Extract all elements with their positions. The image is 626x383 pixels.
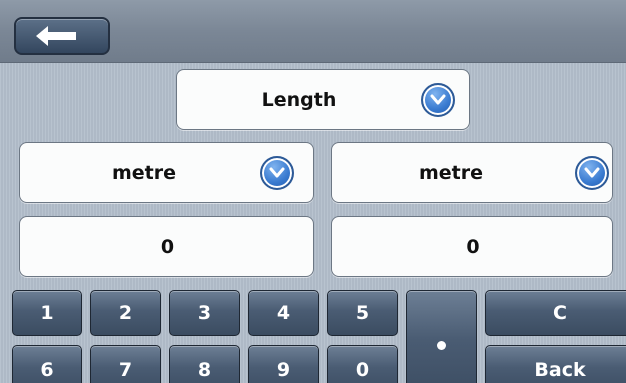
chevron-down-icon[interactable] bbox=[260, 156, 294, 190]
category-label: Length bbox=[261, 88, 337, 111]
from-value: 0 bbox=[160, 235, 175, 258]
clear-key[interactable]: C bbox=[485, 290, 626, 336]
key-0[interactable]: 0 bbox=[327, 345, 398, 383]
unit-converter-screen: Length metre metre 0 0 1 2 3 4 5 C 6 7 8… bbox=[0, 0, 626, 383]
top-bar bbox=[0, 0, 626, 63]
decimal-point-icon bbox=[437, 340, 446, 350]
category-select[interactable]: Length bbox=[176, 69, 470, 130]
key-5[interactable]: 5 bbox=[327, 290, 398, 336]
to-value: 0 bbox=[466, 235, 480, 258]
to-unit-select[interactable]: metre bbox=[331, 142, 613, 203]
from-unit-label: metre bbox=[111, 161, 177, 184]
key-9[interactable]: 9 bbox=[248, 345, 319, 383]
key-8[interactable]: 8 bbox=[169, 345, 240, 383]
key-3[interactable]: 3 bbox=[169, 290, 240, 336]
chevron-down-icon[interactable] bbox=[421, 83, 455, 117]
key-7[interactable]: 7 bbox=[90, 345, 161, 383]
key-1[interactable]: 1 bbox=[12, 290, 82, 336]
left-arrow-icon bbox=[36, 26, 76, 46]
backspace-key[interactable]: Back bbox=[485, 345, 626, 383]
back-button[interactable] bbox=[14, 17, 110, 55]
decimal-point-key[interactable] bbox=[406, 290, 477, 383]
chevron-down-icon[interactable] bbox=[575, 156, 609, 190]
to-unit-label: metre bbox=[418, 161, 484, 184]
key-6[interactable]: 6 bbox=[12, 345, 82, 383]
key-2[interactable]: 2 bbox=[90, 290, 161, 336]
from-value-field[interactable]: 0 bbox=[19, 216, 314, 277]
to-value-field[interactable]: 0 bbox=[331, 216, 613, 277]
from-unit-select[interactable]: metre bbox=[19, 142, 314, 203]
key-4[interactable]: 4 bbox=[248, 290, 319, 336]
